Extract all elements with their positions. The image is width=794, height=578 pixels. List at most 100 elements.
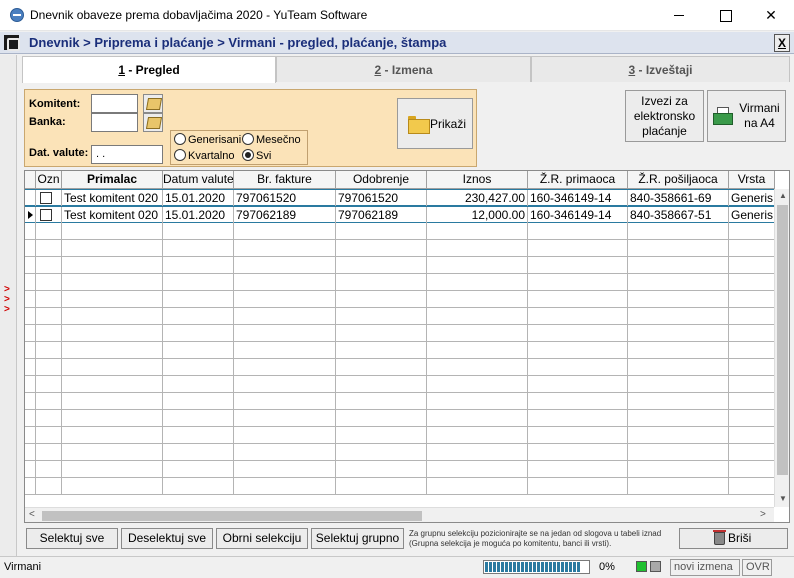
cell-iznos[interactable] [427, 308, 528, 324]
column-header-vrsta[interactable]: Vrsta [729, 171, 775, 189]
cell-zr-primaoca[interactable] [528, 342, 628, 358]
cell-primalac[interactable] [62, 393, 163, 409]
cell-vrsta[interactable] [729, 308, 775, 324]
cell-zr-primaoca[interactable] [528, 308, 628, 324]
cell-ozn[interactable] [36, 410, 62, 426]
cell-datum-valute[interactable] [163, 240, 234, 256]
cell-vrsta[interactable]: Generis [729, 207, 775, 223]
cell-zr-primaoca[interactable] [528, 325, 628, 341]
cell-br-fakture[interactable] [234, 478, 336, 494]
cell-br-fakture[interactable] [234, 325, 336, 341]
cell-zr-posiljaoca[interactable] [628, 461, 729, 477]
komitent-lookup-button[interactable] [143, 94, 163, 113]
cell-br-fakture[interactable] [234, 444, 336, 460]
cell-zr-posiljaoca[interactable] [628, 240, 729, 256]
cell-datum-valute[interactable] [163, 410, 234, 426]
cell-zr-posiljaoca[interactable] [628, 308, 729, 324]
cell-ozn[interactable] [36, 376, 62, 392]
empty-table-row[interactable] [25, 393, 775, 410]
cell-br-fakture[interactable] [234, 308, 336, 324]
empty-table-row[interactable] [25, 478, 775, 495]
cell-ozn[interactable] [36, 342, 62, 358]
cell-ozn[interactable] [36, 444, 62, 460]
cell-primalac[interactable] [62, 223, 163, 239]
select-checkbox[interactable] [40, 192, 52, 204]
cell-iznos[interactable] [427, 240, 528, 256]
cell-datum-valute[interactable] [163, 291, 234, 307]
cell-ozn[interactable] [36, 291, 62, 307]
izvezi-elektronsko-button[interactable]: Izvezi za elektronsko plaćanje [625, 90, 704, 142]
cell-vrsta[interactable] [729, 410, 775, 426]
cell-iznos[interactable] [427, 223, 528, 239]
select-checkbox[interactable] [40, 209, 52, 221]
left-expand-strip[interactable]: > > > [0, 55, 17, 557]
cell-datum-valute[interactable] [163, 342, 234, 358]
cell-iznos[interactable] [427, 342, 528, 358]
empty-table-row[interactable] [25, 461, 775, 478]
cell-zr-posiljaoca[interactable]: 840-358661-69 [628, 190, 729, 206]
cell-zr-primaoca[interactable] [528, 359, 628, 375]
empty-table-row[interactable] [25, 308, 775, 325]
cell-ozn[interactable] [36, 393, 62, 409]
empty-table-row[interactable] [25, 291, 775, 308]
cell-iznos[interactable]: 230,427.00 [427, 190, 528, 206]
cell-iznos[interactable] [427, 444, 528, 460]
cell-br-fakture[interactable]: 797061520 [234, 190, 336, 206]
cell-odobrenje[interactable] [336, 444, 427, 460]
cell-primalac[interactable] [62, 359, 163, 375]
cell-zr-primaoca[interactable] [528, 376, 628, 392]
empty-table-row[interactable] [25, 257, 775, 274]
cell-br-fakture[interactable] [234, 257, 336, 273]
column-header-iznos[interactable]: Iznos [427, 171, 528, 189]
cell-vrsta[interactable] [729, 240, 775, 256]
cell-odobrenje[interactable] [336, 342, 427, 358]
cell-datum-valute[interactable] [163, 444, 234, 460]
cell-vrsta[interactable] [729, 223, 775, 239]
cell-iznos[interactable]: 12,000.00 [427, 207, 528, 223]
column-header-ozn[interactable]: Ozn [36, 171, 62, 189]
cell-zr-posiljaoca[interactable] [628, 427, 729, 443]
cell-odobrenje[interactable]: 797062189 [336, 207, 427, 223]
cell-iznos[interactable] [427, 461, 528, 477]
cell-br-fakture[interactable] [234, 393, 336, 409]
cell-iznos[interactable] [427, 325, 528, 341]
cell-ozn[interactable] [36, 190, 62, 206]
cell-zr-posiljaoca[interactable] [628, 410, 729, 426]
table-row[interactable]: Test komitent 020 15.01.2020 797061520 7970… [25, 189, 775, 206]
tab-izmena[interactable]: 2 - Izmena [276, 56, 531, 82]
cell-odobrenje[interactable] [336, 376, 427, 392]
cell-iznos[interactable] [427, 427, 528, 443]
empty-table-row[interactable] [25, 444, 775, 461]
cell-datum-valute[interactable] [163, 427, 234, 443]
selektuj-sve-button[interactable]: Selektuj sve [26, 528, 118, 549]
cell-zr-posiljaoca[interactable] [628, 325, 729, 341]
cell-br-fakture[interactable] [234, 359, 336, 375]
cell-zr-primaoca[interactable] [528, 478, 628, 494]
cell-odobrenje[interactable] [336, 359, 427, 375]
cell-ozn[interactable] [36, 359, 62, 375]
cell-iznos[interactable] [427, 478, 528, 494]
cell-primalac[interactable] [62, 342, 163, 358]
column-header-br-fakture[interactable]: Br. fakture [234, 171, 336, 189]
cell-iznos[interactable] [427, 291, 528, 307]
virmani-a4-button[interactable]: Virmani na A4 [707, 90, 786, 142]
cell-datum-valute[interactable]: 15.01.2020 [163, 207, 234, 223]
scroll-right-icon[interactable]: > [760, 509, 766, 520]
cell-zr-posiljaoca[interactable] [628, 393, 729, 409]
scroll-thumb[interactable] [777, 205, 788, 475]
cell-zr-posiljaoca[interactable] [628, 444, 729, 460]
dat-valute-input[interactable]: . . [91, 145, 163, 164]
cell-zr-primaoca[interactable] [528, 274, 628, 290]
cell-odobrenje[interactable] [336, 308, 427, 324]
cell-odobrenje[interactable] [336, 478, 427, 494]
cell-datum-valute[interactable] [163, 274, 234, 290]
cell-datum-valute[interactable]: 15.01.2020 [163, 190, 234, 206]
cell-primalac[interactable] [62, 240, 163, 256]
cell-datum-valute[interactable] [163, 308, 234, 324]
cell-primalac[interactable]: Test komitent 020 [62, 207, 163, 223]
cell-zr-posiljaoca[interactable] [628, 342, 729, 358]
radio-kvartalno[interactable]: Kvartalno [174, 149, 234, 162]
cell-vrsta[interactable] [729, 325, 775, 341]
banka-input[interactable] [91, 113, 138, 132]
cell-zr-posiljaoca[interactable] [628, 478, 729, 494]
